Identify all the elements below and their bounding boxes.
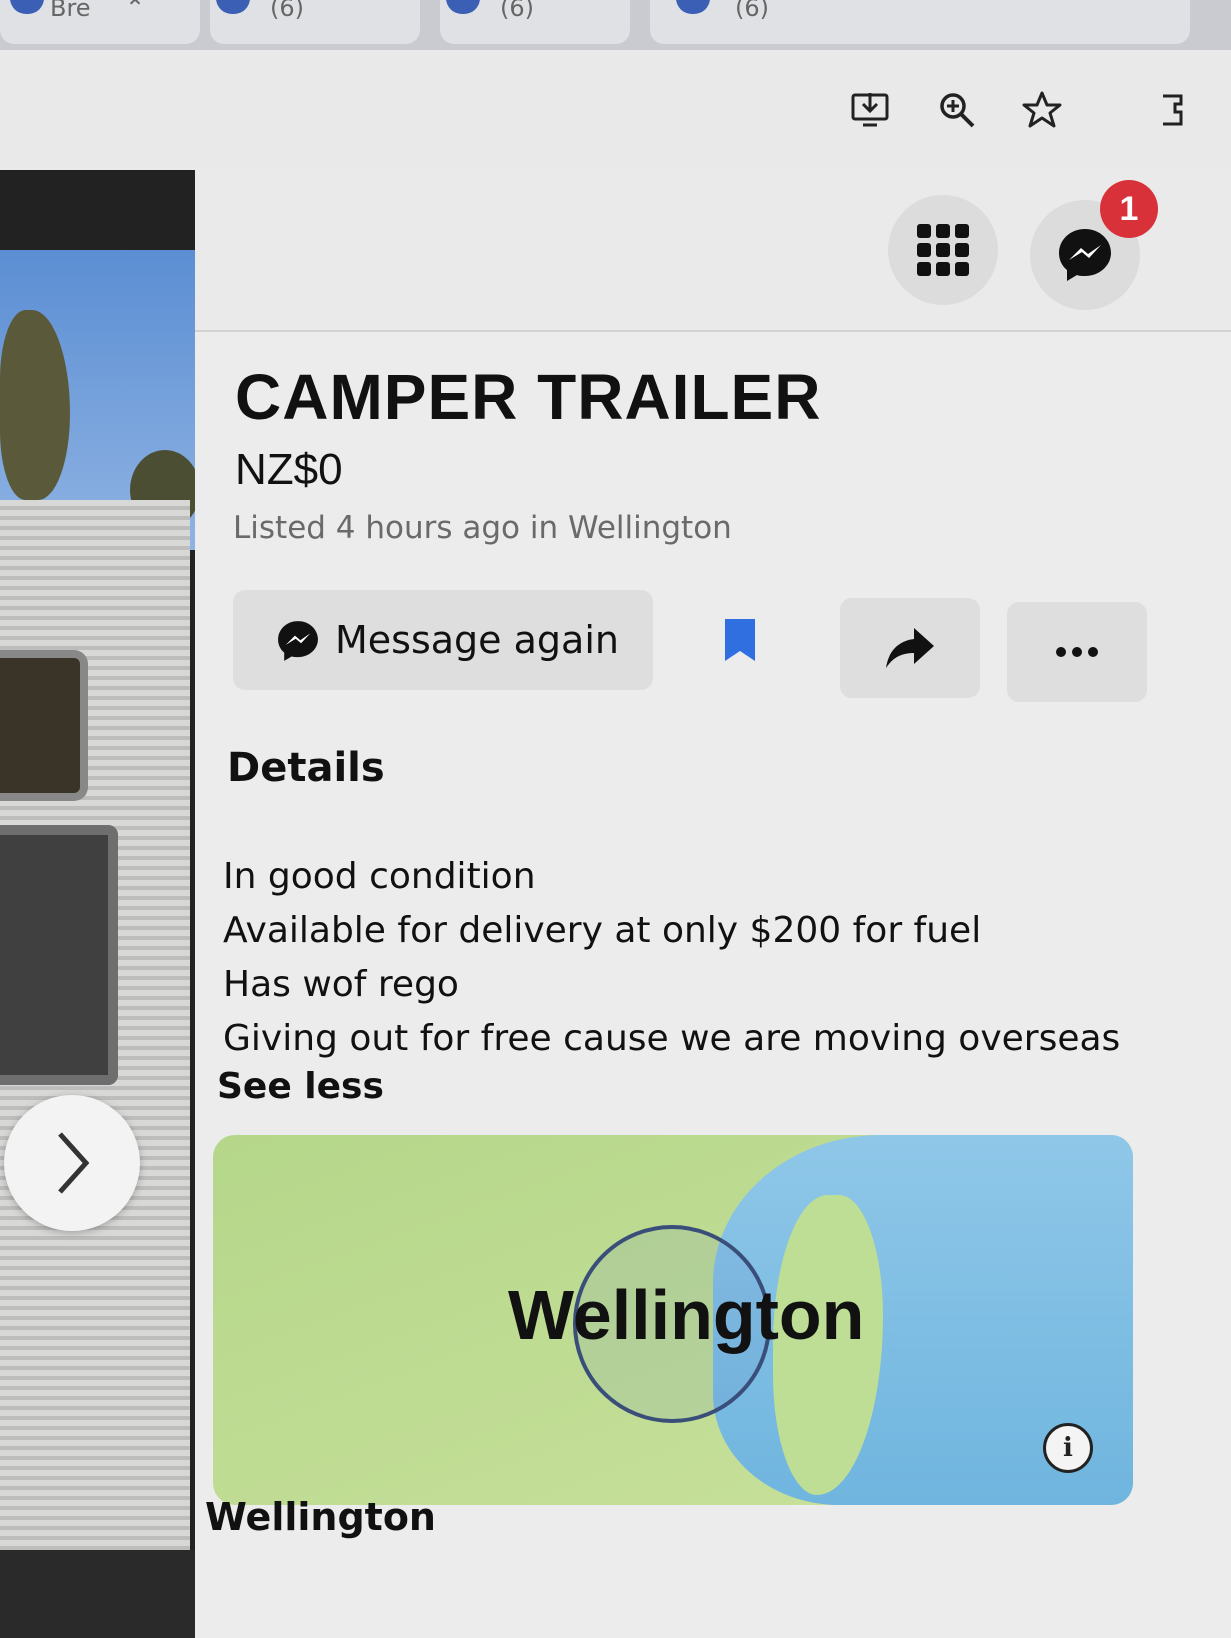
- tab-title: (6): [270, 0, 304, 22]
- info-icon[interactable]: i: [1043, 1423, 1093, 1473]
- description-line: Giving out for free cause we are moving …: [223, 1018, 1121, 1059]
- facebook-favicon-icon: [216, 0, 250, 14]
- photo-bottom: [0, 1550, 205, 1638]
- chevron-right-icon: [58, 1132, 90, 1194]
- description-line: In good condition: [223, 856, 536, 897]
- photo-window: [0, 650, 88, 801]
- details-heading: Details: [227, 745, 385, 791]
- facebook-favicon-icon: [676, 0, 710, 14]
- browser-tab[interactable]: Bre ⌃: [0, 0, 200, 44]
- menu-button[interactable]: [888, 195, 998, 305]
- apps-grid-icon: [917, 224, 969, 276]
- browser-tab[interactable]: (6): [440, 0, 630, 44]
- tab-title: (6): [500, 0, 534, 22]
- share-icon: [886, 628, 934, 668]
- star-icon[interactable]: [1020, 88, 1064, 132]
- browser-tab[interactable]: (6): [210, 0, 420, 44]
- listing-title: CAMPER TRAILER: [235, 361, 822, 433]
- notification-badge: 1: [1100, 180, 1158, 238]
- share-button[interactable]: [840, 598, 980, 698]
- tab-strip: Bre ⌃ (6) (6) (6): [0, 0, 1231, 50]
- bookmark-icon: [725, 619, 755, 661]
- listing-description: In good condition Available for delivery…: [223, 850, 1123, 1066]
- messenger-icon: [278, 621, 318, 661]
- facebook-favicon-icon: [446, 0, 480, 14]
- next-photo-button[interactable]: [4, 1095, 140, 1231]
- messenger-icon: [1059, 229, 1111, 281]
- message-again-button[interactable]: Message again: [233, 590, 653, 690]
- save-button[interactable]: [665, 590, 815, 690]
- photo-window: [0, 825, 118, 1085]
- facebook-header: 1: [195, 170, 1231, 332]
- listing-meta: Listed 4 hours ago in Wellington: [233, 510, 732, 546]
- message-again-label: Message again: [335, 618, 619, 662]
- listing-panel: 1 CAMPER TRAILER NZ$0 Listed 4 hours ago…: [195, 170, 1231, 1638]
- map-city-label: Wellington: [508, 1276, 865, 1354]
- facebook-favicon-icon: [10, 0, 44, 14]
- extensions-icon[interactable]: [1150, 88, 1190, 132]
- more-icon: [1056, 647, 1098, 657]
- location-name: Wellington: [205, 1495, 436, 1539]
- zoom-icon[interactable]: [935, 88, 979, 132]
- tab-title: (6): [735, 0, 769, 22]
- install-icon[interactable]: [850, 88, 894, 132]
- tab-close-icon[interactable]: ⌃: [125, 0, 145, 22]
- description-line: Has wof rego: [223, 964, 459, 1005]
- more-options-button[interactable]: [1007, 602, 1147, 702]
- description-line: Available for delivery at only $200 for …: [223, 910, 982, 951]
- location-map[interactable]: Wellington i: [213, 1135, 1133, 1505]
- browser-tab[interactable]: (6): [650, 0, 1190, 44]
- tab-title: Bre: [50, 0, 91, 22]
- see-less-link[interactable]: See less: [217, 1066, 384, 1107]
- listing-price: NZ$0: [235, 445, 343, 494]
- listing-photo: [0, 170, 205, 1638]
